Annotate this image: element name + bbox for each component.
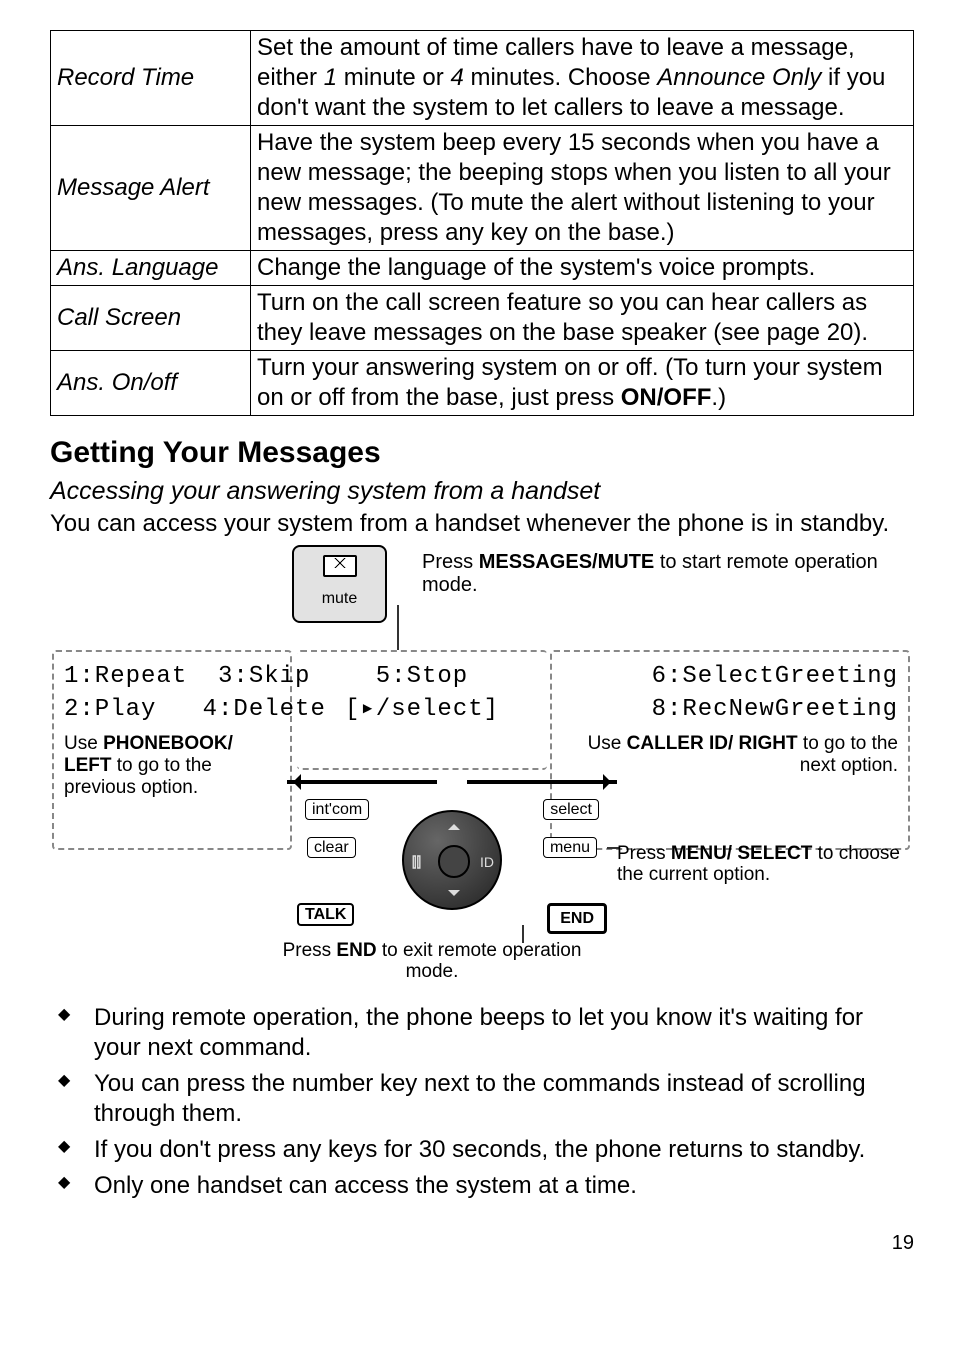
envelope-icon: [323, 555, 357, 577]
right-nav-note: Use CALLER ID/ RIGHT to go to the next o…: [562, 733, 898, 777]
table-row: Ans. On/offTurn your answering system on…: [51, 351, 914, 416]
right-note-pre: Use: [588, 733, 627, 754]
top-note-pre: Press: [422, 551, 479, 573]
setting-name: Ans. On/off: [51, 351, 251, 416]
right-note-bold: CALLER ID/ RIGHT: [627, 733, 798, 754]
list-item: Only one handset can access the system a…: [80, 1171, 914, 1201]
caller-id-icon: ID: [480, 854, 494, 872]
table-row: Call ScreenTurn on the call screen featu…: [51, 286, 914, 351]
left-nav-note: Use PHONEBOOK/ LEFT to go to the previou…: [64, 733, 280, 799]
intro-text: You can access your system from a handse…: [50, 509, 914, 539]
lcd-right-line2: 8:RecNewGreeting: [562, 693, 898, 727]
lcd-panel-left: 1:Repeat 3:Skip 2:Play 4:Delete Use PHON…: [52, 650, 292, 850]
leader-line: [397, 605, 399, 650]
end-note-pre: Press: [283, 940, 337, 961]
arrow-left-icon: [287, 775, 437, 789]
list-item: During remote operation, the phone beeps…: [80, 1003, 914, 1063]
handset-diagram: mute Press MESSAGES/MUTE to start remote…: [52, 545, 912, 995]
setting-name: Ans. Language: [51, 251, 251, 286]
lcd-panel-middle: 5:Stop [▸/select]: [297, 650, 547, 770]
setting-description: Turn your answering system on or off. (T…: [251, 351, 914, 416]
table-row: Ans. LanguageChange the language of the …: [51, 251, 914, 286]
right-note-post: to go to the next option.: [798, 733, 898, 776]
mute-label: mute: [294, 589, 385, 609]
navigation-cluster: int'com select clear menu TALK END ⫿⫿ ID: [287, 775, 617, 965]
setting-description: Change the language of the system's voic…: [251, 251, 914, 286]
mute-button[interactable]: mute: [292, 545, 387, 623]
end-note: Press END to exit remote operation mode.: [282, 940, 582, 983]
top-note-bold: MESSAGES/MUTE: [479, 551, 655, 573]
end-button[interactable]: END: [547, 903, 607, 935]
chevron-down-icon: [448, 890, 460, 902]
end-note-bold: END: [336, 940, 376, 961]
setting-name: Message Alert: [51, 126, 251, 251]
intcom-button[interactable]: int'com: [305, 799, 369, 821]
top-instruction: Press MESSAGES/MUTE to start remote oper…: [422, 551, 882, 597]
setting-description: Have the system beep every 15 seconds wh…: [251, 126, 914, 251]
menu-select-note: Press MENU/ SELECT to choose the current…: [617, 843, 907, 886]
left-note-pre: Use: [64, 733, 103, 754]
setting-name: Call Screen: [51, 286, 251, 351]
arrow-right-icon: [467, 775, 617, 789]
chevron-up-icon: [448, 818, 460, 830]
settings-table: Record TimeSet the amount of time caller…: [50, 30, 914, 416]
phonebook-icon: ⫿⫿: [412, 854, 421, 872]
select-button[interactable]: select: [543, 799, 599, 821]
lcd-left-line1: 1:Repeat 3:Skip: [64, 660, 280, 694]
setting-name: Record Time: [51, 31, 251, 126]
talk-button[interactable]: TALK: [297, 903, 354, 927]
list-item: If you don't press any keys for 30 secon…: [80, 1135, 914, 1165]
page-number: 19: [50, 1231, 914, 1256]
lcd-left-line2: 2:Play 4:Delete: [64, 693, 280, 727]
d-pad[interactable]: ⫿⫿ ID: [402, 810, 502, 910]
lcd-mid-line1: 5:Stop: [307, 660, 537, 694]
lcd-right-line1: 6:SelectGreeting: [562, 660, 898, 694]
table-row: Record TimeSet the amount of time caller…: [51, 31, 914, 126]
menu-note-bold: MENU/ SELECT: [671, 843, 812, 864]
table-row: Message AlertHave the system beep every …: [51, 126, 914, 251]
end-note-post: to exit remote operation mode.: [377, 940, 582, 982]
list-item: You can press the number key next to the…: [80, 1069, 914, 1129]
lcd-mid-line2: [▸/select]: [307, 693, 537, 727]
section-title: Getting Your Messages: [50, 434, 914, 472]
menu-button[interactable]: menu: [543, 837, 597, 859]
notes-list: During remote operation, the phone beeps…: [50, 1003, 914, 1201]
setting-description: Set the amount of time callers have to l…: [251, 31, 914, 126]
menu-note-pre: Press: [617, 843, 671, 864]
clear-button[interactable]: clear: [307, 837, 356, 859]
subsection-title: Accessing your answering system from a h…: [50, 476, 914, 507]
setting-description: Turn on the call screen feature so you c…: [251, 286, 914, 351]
